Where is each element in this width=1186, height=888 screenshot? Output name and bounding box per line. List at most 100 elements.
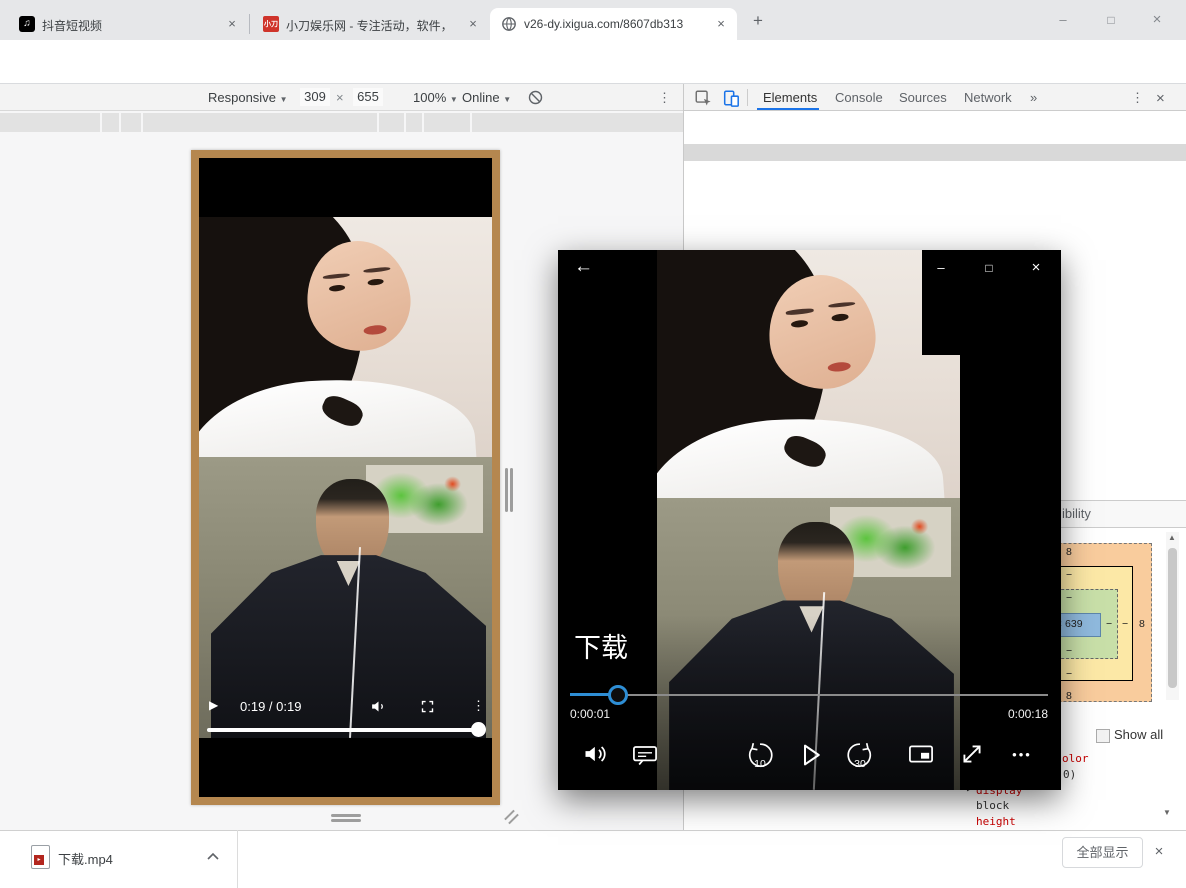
viewport-height-input[interactable]: 655 [353, 88, 383, 106]
douyin-icon: ♫ [19, 16, 35, 32]
tab-active-ixigua[interactable]: v26-dy.ixigua.com/8607db313 × [490, 8, 737, 40]
show-all-downloads-button[interactable]: 全部显示 [1062, 837, 1143, 868]
sidebar-tab-accessibility[interactable]: ibility [1062, 506, 1091, 521]
tab-console[interactable]: Console [835, 90, 883, 105]
chevron-up-icon[interactable] [205, 849, 221, 865]
viewport-resize-handle-bottom[interactable] [331, 814, 361, 817]
page-banner [0, 113, 683, 132]
devtools-close-icon[interactable]: × [1156, 90, 1165, 107]
download-shelf [0, 830, 1186, 888]
scroll-up-icon[interactable]: ▲ [1168, 533, 1176, 542]
more-options-icon[interactable]: ••• [1007, 740, 1037, 770]
tab-close-icon[interactable]: × [465, 16, 481, 32]
woman-brow [828, 301, 856, 308]
computed-value-block: block [976, 799, 1009, 812]
throttling-select[interactable]: Online ▼ [462, 90, 511, 105]
shelf-divider [237, 830, 238, 888]
media-title: 下载 [574, 626, 628, 665]
dimension-times-label: × [336, 90, 344, 105]
show-all-label[interactable]: Show all [1114, 727, 1163, 742]
media-player-window: ← – □ × 下载 0:00:01 0:00:18 10 30 [558, 250, 1061, 790]
play-icon[interactable] [795, 740, 825, 770]
viewport-resize-handle-right[interactable] [510, 468, 513, 512]
margin-top-value[interactable]: 8 [1066, 546, 1072, 558]
zoom-select[interactable]: 100% ▼ [413, 90, 458, 105]
tab-douyin[interactable]: ♫ 抖音短视频 × [8, 8, 248, 40]
viewport-resize-handle-bottom[interactable] [331, 819, 361, 822]
padding-top-value[interactable]: − [1066, 592, 1072, 604]
border-right-value[interactable]: − [1122, 618, 1128, 630]
tab-strip: ♫ 抖音短视频 × 小刀 小刀娱乐网 - 专注活动，软件， × v26-dy.i… [0, 0, 1186, 40]
chevron-down-icon: ▼ [450, 95, 458, 104]
tab-network[interactable]: Network [964, 90, 1012, 105]
window-maximize-button[interactable]: □ [1095, 9, 1127, 31]
computed-value-fragment: 0) [1063, 768, 1076, 781]
volume-icon[interactable] [582, 740, 612, 770]
tab-title: 小刀娱乐网 - 专注活动，软件， [286, 17, 459, 34]
woman-brow [786, 308, 814, 315]
player-maximize-button[interactable]: □ [976, 257, 1002, 279]
viewport-width-input[interactable]: 309 [300, 88, 330, 106]
tab-sources[interactable]: Sources [899, 90, 947, 105]
devtools-margin-highlight [191, 150, 500, 805]
window-minimize-button[interactable]: – [1047, 9, 1079, 31]
margin-bottom-value[interactable]: 8 [1066, 690, 1072, 702]
scrollbar-thumb[interactable] [1168, 548, 1177, 688]
download-filename[interactable]: 下载.mp4 [58, 849, 113, 868]
scroll-down-icon[interactable]: ▼ [1163, 808, 1171, 817]
tab-title: v26-dy.ixigua.com/8607db313 [524, 17, 707, 31]
device-type-select[interactable]: Responsive ▼ [208, 90, 287, 105]
total-time-label: 0:00:18 [1008, 707, 1048, 721]
player-minimize-button[interactable]: – [928, 257, 954, 279]
player-close-button[interactable]: × [1023, 257, 1049, 279]
page-banner-segment [0, 113, 100, 132]
shelf-close-icon[interactable]: × [1150, 843, 1168, 861]
page-banner-segment [424, 113, 470, 132]
block-icon[interactable] [528, 90, 543, 105]
device-toolbar-menu-icon[interactable]: ⋮ [658, 90, 671, 106]
page-banner-segment [472, 113, 683, 132]
page-banner-segment [102, 113, 119, 132]
seek-bar-track[interactable] [570, 694, 1048, 696]
window-close-button[interactable]: × [1141, 9, 1173, 31]
more-tabs-icon[interactable]: » [1030, 90, 1037, 105]
woman-eye [791, 320, 809, 329]
forward-30-icon[interactable]: 30 [845, 740, 875, 770]
tab-title: 抖音短视频 [42, 17, 218, 34]
new-tab-button[interactable]: + [748, 11, 768, 31]
devtools-menu-icon[interactable]: ⋮ [1131, 90, 1144, 106]
seek-bar-thumb[interactable] [608, 685, 628, 705]
rewind-10-icon[interactable]: 10 [745, 740, 775, 770]
border-bottom-value[interactable]: − [1066, 668, 1072, 680]
back-icon[interactable]: ← [574, 256, 593, 278]
woman-eye [831, 313, 849, 322]
chevron-down-icon: ▼ [280, 95, 288, 104]
captions-icon[interactable] [631, 740, 661, 770]
page-banner-segment [406, 113, 422, 132]
show-all-checkbox[interactable] [1096, 729, 1110, 743]
address-bar: ← → ↻ i 不安全 v26-dy.ixigua.com/8607db313a… [0, 40, 1186, 84]
device-toolbar-toggle-icon[interactable] [722, 89, 740, 107]
border-top-value[interactable]: − [1066, 569, 1072, 581]
toolbar-divider [747, 89, 748, 106]
chevron-down-icon: ▼ [503, 95, 511, 104]
padding-bottom-value[interactable]: − [1066, 645, 1072, 657]
seek-bar-progress [570, 693, 611, 696]
tab-elements[interactable]: Elements [763, 90, 817, 105]
forward-seconds-label: 30 [845, 758, 875, 770]
mini-player-icon[interactable] [907, 740, 937, 770]
tab-close-icon[interactable]: × [224, 16, 240, 32]
tab-xiaodao[interactable]: 小刀 小刀娱乐网 - 专注活动，软件， × [252, 8, 489, 40]
video-woman-scene [657, 250, 960, 498]
play-badge-icon: ▸ [34, 855, 44, 865]
elapsed-time-label: 0:00:01 [570, 707, 610, 721]
fullscreen-expand-icon[interactable] [958, 740, 988, 770]
page-banner-segment [143, 113, 377, 132]
browser-window: ♫ 抖音短视频 × 小刀 小刀娱乐网 - 专注活动，软件， × v26-dy.i… [0, 0, 1186, 888]
tab-close-icon[interactable]: × [713, 16, 729, 32]
inspect-element-icon[interactable] [694, 89, 712, 107]
margin-right-value[interactable]: 8 [1139, 618, 1145, 630]
padding-right-value[interactable]: − [1106, 618, 1112, 630]
viewport-resize-handle-right[interactable] [505, 468, 508, 512]
computed-property-height[interactable]: height [976, 815, 1016, 828]
